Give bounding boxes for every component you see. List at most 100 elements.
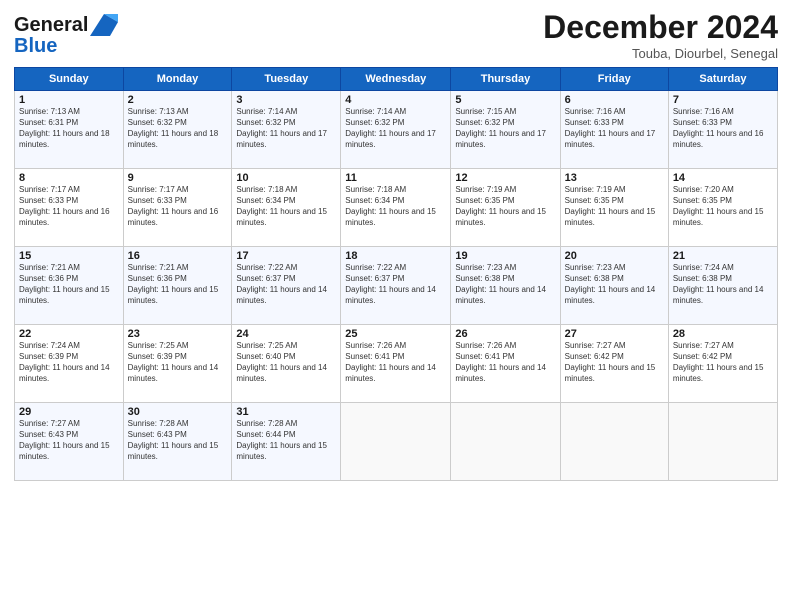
header: General Blue December 2024 Touba, Diourb…: [14, 10, 778, 61]
calendar: SundayMondayTuesdayWednesdayThursdayFrid…: [14, 67, 778, 481]
day-info: Sunrise: 7:17 AMSunset: 6:33 PMDaylight:…: [128, 185, 228, 228]
day-info: Sunrise: 7:27 AMSunset: 6:42 PMDaylight:…: [673, 341, 773, 384]
day-number: 25: [345, 328, 446, 340]
day-info: Sunrise: 7:27 AMSunset: 6:43 PMDaylight:…: [19, 419, 119, 462]
logo-blue: Blue: [14, 35, 57, 57]
day-number: 9: [128, 172, 228, 184]
day-number: 29: [19, 406, 119, 418]
calendar-cell: 4Sunrise: 7:14 AMSunset: 6:32 PMDaylight…: [341, 91, 451, 169]
weekday-saturday: Saturday: [668, 68, 777, 91]
day-info: Sunrise: 7:24 AMSunset: 6:39 PMDaylight:…: [19, 341, 119, 384]
week-row-1: 1Sunrise: 7:13 AMSunset: 6:31 PMDaylight…: [15, 91, 778, 169]
calendar-cell: 5Sunrise: 7:15 AMSunset: 6:32 PMDaylight…: [451, 91, 560, 169]
location: Touba, Diourbel, Senegal: [543, 46, 778, 61]
day-number: 21: [673, 250, 773, 262]
day-info: Sunrise: 7:13 AMSunset: 6:32 PMDaylight:…: [128, 107, 228, 150]
calendar-cell: 12Sunrise: 7:19 AMSunset: 6:35 PMDayligh…: [451, 169, 560, 247]
day-number: 28: [673, 328, 773, 340]
month-title: December 2024: [543, 10, 778, 45]
week-row-2: 8Sunrise: 7:17 AMSunset: 6:33 PMDaylight…: [15, 169, 778, 247]
calendar-cell: 17Sunrise: 7:22 AMSunset: 6:37 PMDayligh…: [232, 247, 341, 325]
day-info: Sunrise: 7:20 AMSunset: 6:35 PMDaylight:…: [673, 185, 773, 228]
weekday-wednesday: Wednesday: [341, 68, 451, 91]
day-info: Sunrise: 7:28 AMSunset: 6:44 PMDaylight:…: [236, 419, 336, 462]
logo-general: General: [14, 15, 88, 35]
calendar-cell: 14Sunrise: 7:20 AMSunset: 6:35 PMDayligh…: [668, 169, 777, 247]
day-info: Sunrise: 7:19 AMSunset: 6:35 PMDaylight:…: [565, 185, 664, 228]
week-row-3: 15Sunrise: 7:21 AMSunset: 6:36 PMDayligh…: [15, 247, 778, 325]
calendar-cell: 28Sunrise: 7:27 AMSunset: 6:42 PMDayligh…: [668, 325, 777, 403]
day-info: Sunrise: 7:23 AMSunset: 6:38 PMDaylight:…: [565, 263, 664, 306]
calendar-cell: 30Sunrise: 7:28 AMSunset: 6:43 PMDayligh…: [123, 403, 232, 481]
calendar-cell: 9Sunrise: 7:17 AMSunset: 6:33 PMDaylight…: [123, 169, 232, 247]
day-info: Sunrise: 7:18 AMSunset: 6:34 PMDaylight:…: [236, 185, 336, 228]
calendar-cell: 22Sunrise: 7:24 AMSunset: 6:39 PMDayligh…: [15, 325, 124, 403]
day-number: 5: [455, 94, 555, 106]
day-info: Sunrise: 7:14 AMSunset: 6:32 PMDaylight:…: [345, 107, 446, 150]
week-row-5: 29Sunrise: 7:27 AMSunset: 6:43 PMDayligh…: [15, 403, 778, 481]
calendar-cell: 3Sunrise: 7:14 AMSunset: 6:32 PMDaylight…: [232, 91, 341, 169]
day-number: 15: [19, 250, 119, 262]
day-info: Sunrise: 7:22 AMSunset: 6:37 PMDaylight:…: [345, 263, 446, 306]
calendar-cell: 7Sunrise: 7:16 AMSunset: 6:33 PMDaylight…: [668, 91, 777, 169]
day-info: Sunrise: 7:15 AMSunset: 6:32 PMDaylight:…: [455, 107, 555, 150]
day-info: Sunrise: 7:18 AMSunset: 6:34 PMDaylight:…: [345, 185, 446, 228]
day-info: Sunrise: 7:25 AMSunset: 6:40 PMDaylight:…: [236, 341, 336, 384]
day-info: Sunrise: 7:28 AMSunset: 6:43 PMDaylight:…: [128, 419, 228, 462]
weekday-thursday: Thursday: [451, 68, 560, 91]
calendar-cell: [560, 403, 668, 481]
day-number: 7: [673, 94, 773, 106]
calendar-cell: 25Sunrise: 7:26 AMSunset: 6:41 PMDayligh…: [341, 325, 451, 403]
day-number: 23: [128, 328, 228, 340]
calendar-cell: 15Sunrise: 7:21 AMSunset: 6:36 PMDayligh…: [15, 247, 124, 325]
day-number: 13: [565, 172, 664, 184]
calendar-cell: 31Sunrise: 7:28 AMSunset: 6:44 PMDayligh…: [232, 403, 341, 481]
day-info: Sunrise: 7:25 AMSunset: 6:39 PMDaylight:…: [128, 341, 228, 384]
calendar-cell: 20Sunrise: 7:23 AMSunset: 6:38 PMDayligh…: [560, 247, 668, 325]
weekday-monday: Monday: [123, 68, 232, 91]
day-number: 30: [128, 406, 228, 418]
calendar-cell: 19Sunrise: 7:23 AMSunset: 6:38 PMDayligh…: [451, 247, 560, 325]
day-info: Sunrise: 7:27 AMSunset: 6:42 PMDaylight:…: [565, 341, 664, 384]
title-block: December 2024 Touba, Diourbel, Senegal: [543, 10, 778, 61]
day-number: 16: [128, 250, 228, 262]
calendar-cell: 18Sunrise: 7:22 AMSunset: 6:37 PMDayligh…: [341, 247, 451, 325]
day-number: 10: [236, 172, 336, 184]
day-info: Sunrise: 7:17 AMSunset: 6:33 PMDaylight:…: [19, 185, 119, 228]
day-number: 22: [19, 328, 119, 340]
day-info: Sunrise: 7:16 AMSunset: 6:33 PMDaylight:…: [673, 107, 773, 150]
day-number: 17: [236, 250, 336, 262]
day-info: Sunrise: 7:22 AMSunset: 6:37 PMDaylight:…: [236, 263, 336, 306]
weekday-tuesday: Tuesday: [232, 68, 341, 91]
day-number: 4: [345, 94, 446, 106]
day-info: Sunrise: 7:19 AMSunset: 6:35 PMDaylight:…: [455, 185, 555, 228]
day-number: 24: [236, 328, 336, 340]
day-info: Sunrise: 7:13 AMSunset: 6:31 PMDaylight:…: [19, 107, 119, 150]
day-info: Sunrise: 7:23 AMSunset: 6:38 PMDaylight:…: [455, 263, 555, 306]
logo-icon: [90, 14, 118, 36]
calendar-cell: 21Sunrise: 7:24 AMSunset: 6:38 PMDayligh…: [668, 247, 777, 325]
weekday-friday: Friday: [560, 68, 668, 91]
day-number: 8: [19, 172, 119, 184]
calendar-cell: 1Sunrise: 7:13 AMSunset: 6:31 PMDaylight…: [15, 91, 124, 169]
calendar-cell: 13Sunrise: 7:19 AMSunset: 6:35 PMDayligh…: [560, 169, 668, 247]
day-number: 6: [565, 94, 664, 106]
day-info: Sunrise: 7:21 AMSunset: 6:36 PMDaylight:…: [19, 263, 119, 306]
calendar-cell: [451, 403, 560, 481]
calendar-cell: 10Sunrise: 7:18 AMSunset: 6:34 PMDayligh…: [232, 169, 341, 247]
day-number: 27: [565, 328, 664, 340]
calendar-cell: 6Sunrise: 7:16 AMSunset: 6:33 PMDaylight…: [560, 91, 668, 169]
day-number: 11: [345, 172, 446, 184]
day-info: Sunrise: 7:16 AMSunset: 6:33 PMDaylight:…: [565, 107, 664, 150]
week-row-4: 22Sunrise: 7:24 AMSunset: 6:39 PMDayligh…: [15, 325, 778, 403]
page: General Blue December 2024 Touba, Diourb…: [0, 0, 792, 612]
day-number: 26: [455, 328, 555, 340]
weekday-sunday: Sunday: [15, 68, 124, 91]
calendar-cell: [668, 403, 777, 481]
day-number: 2: [128, 94, 228, 106]
calendar-cell: 23Sunrise: 7:25 AMSunset: 6:39 PMDayligh…: [123, 325, 232, 403]
calendar-cell: 27Sunrise: 7:27 AMSunset: 6:42 PMDayligh…: [560, 325, 668, 403]
day-info: Sunrise: 7:26 AMSunset: 6:41 PMDaylight:…: [455, 341, 555, 384]
day-info: Sunrise: 7:26 AMSunset: 6:41 PMDaylight:…: [345, 341, 446, 384]
logo: General Blue: [14, 14, 118, 57]
